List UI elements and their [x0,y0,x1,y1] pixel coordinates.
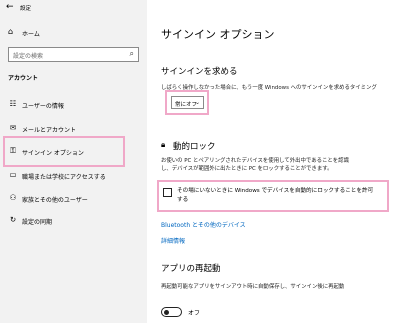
app-restart-description: 再起動可能なアプリをサインアウト時に自動保存し、サインイン後に再起動 [161,284,345,290]
family-icon: ⚇ [9,193,17,202]
sidebar-item-work-school[interactable]: ▭ 職場または学校にアクセスする [8,170,140,182]
highlight-box-nav [3,136,125,167]
sidebar-item-label: メールとアカウント [22,127,77,134]
home-icon: ⌂ [8,27,14,36]
sidebar-item-label: ユーザーの情報 [22,103,64,110]
sidebar-item-family[interactable]: ⚇ 家族とその他のユーザー [8,193,140,205]
highlight-box-dropdown [165,90,209,115]
page-title: サインイン オプション [161,28,275,41]
app-restart-toggle[interactable] [161,307,182,317]
main-content: サインイン オプション サインインを求める しばらく操作しなかった場合に、もう一… [147,0,400,323]
bluetooth-devices-link[interactable]: Bluetooth とその他のデバイス [161,220,246,229]
sidebar: ← 設定 ⌂ ホーム 設定の検索 ⌕ アカウント ☷ ユーザーの情報 ✉ メール… [0,0,147,323]
lock-icon: 🔒︎ [161,140,166,149]
settings-search-box[interactable]: 設定の検索 ⌕ [8,47,139,62]
home-nav[interactable]: ⌂ ホーム [8,27,138,39]
app-restart-heading: アプリの再起動 [161,264,221,274]
sidebar-item-label: 家族とその他のユーザー [22,197,88,204]
details-link[interactable]: 詳細情報 [161,236,185,245]
highlight-box-checkbox [157,180,389,212]
briefcase-icon: ▭ [9,170,17,179]
title-bar: ← 設定 [0,0,147,18]
sidebar-section-title: アカウント [8,75,39,82]
toggle-knob [164,309,169,315]
sidebar-item-sync[interactable]: ↻ 設定の同期 [8,215,140,227]
dynamic-lock-description-1: お使いの PC とペアリングされたデバイスを使用して外出中であることを認識 [161,158,349,164]
sidebar-item-label: 設定の同期 [22,219,53,226]
search-placeholder: 設定の検索 [13,53,44,60]
back-arrow-icon[interactable]: ← [6,2,14,12]
dynamic-lock-description-2: し、デバイスが範囲外に出たときに PC をロックすることができます。 [161,166,333,172]
window-title: 設定 [20,6,32,12]
sync-icon: ↻ [9,215,17,224]
dynamic-lock-heading: 動的ロック [173,142,216,152]
sidebar-item-user-info[interactable]: ☷ ユーザーの情報 [8,99,140,111]
sidebar-item-label: 職場または学校にアクセスする [22,174,106,181]
dynamic-lock-heading-row: 🔒︎ 動的ロック [161,140,361,152]
mail-icon: ✉ [9,123,17,132]
sidebar-item-mail[interactable]: ✉ メールとアカウント [8,123,140,135]
app-restart-toggle-label: オフ [188,310,201,317]
user-info-icon: ☷ [9,99,17,108]
home-label: ホーム [22,31,40,38]
search-icon[interactable]: ⌕ [130,49,134,59]
require-signin-heading: サインインを求める [161,67,238,77]
